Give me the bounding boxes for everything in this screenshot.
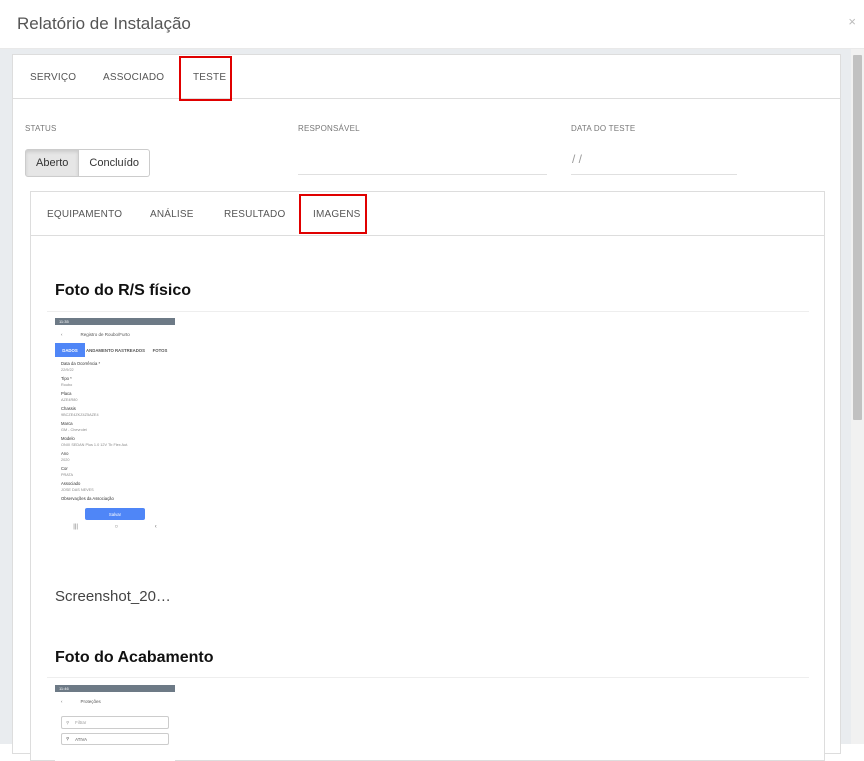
phone-field-value: 9BCZE4ZKZ4Z5AZE4 [61,413,99,417]
phone-select-value: ATIVA [75,736,87,742]
search-icon: ⚲ [66,719,70,725]
phone-app-title: Proteções [80,698,101,704]
home-icon: ○ [114,524,119,530]
phone-field-value: PRATA [61,473,74,477]
phone-tabs: DADOS ANDAMENTO RASTREADOS FOTOS [55,343,175,357]
phone-field-label: Observações da Associação [61,496,114,501]
responsavel-label: RESPONSÁVEL [298,124,360,133]
scrollbar-thumb[interactable] [853,55,862,420]
phone-nav-bar: ||| ○ ‹ [55,520,175,534]
back-arrow-icon: ‹ [61,698,63,704]
modal-body: SERVIÇO ASSOCIADO TESTE STATUS RESPONSÁV… [0,49,851,761]
phone-save-button: Salvar [85,508,145,520]
tab-imagens[interactable]: IMAGENS [313,209,361,220]
status-toggle-group: Aberto Concluído [25,149,150,177]
tab-teste[interactable]: TESTE [193,72,226,83]
vertical-scrollbar[interactable] [851,49,864,744]
section-divider [47,677,809,678]
status-label: STATUS [25,124,57,133]
search-icon: ⚲ [66,736,70,741]
image-thumbnail-rs[interactable]: 11:35 ‹ Registro de Roubo/Furto DADOS AN… [55,318,175,585]
phone-search-field: ⚲ Filtrar [61,716,169,729]
test-details-panel: EQUIPAMENTO ANÁLISE RESULTADO IMAGENS Fo… [30,191,825,761]
phone-status-bar: 11:35 [55,318,175,325]
responsavel-field[interactable] [298,147,547,175]
close-icon[interactable]: × [848,14,856,29]
phone-search-placeholder: Filtrar [75,720,87,725]
tab-servico[interactable]: SERVIÇO [30,72,76,83]
image-thumbnail-acabamento[interactable]: 11:46 ‹ Proteções ⚲ Filtrar ⚲ ATIVA [55,685,175,761]
phone-status-bar: 11:46 [55,685,175,692]
phone-field-value: JOSE DAS NEVES [61,488,94,492]
phone-tab: FOTOS [152,347,168,353]
phone-tab: RASTREADOS [114,347,146,353]
status-aberto-button[interactable]: Aberto [25,149,80,177]
back-arrow-icon: ‹ [61,331,63,337]
phone-field-value: Roubo [61,383,73,387]
data-teste-label: DATA DO TESTE [571,124,636,133]
phone-tab: ANDAMENTO [86,347,114,353]
status-concluido-button[interactable]: Concluído [79,149,150,177]
tab-equipamento[interactable]: EQUIPAMENTO [47,209,122,220]
top-tabs: SERVIÇO ASSOCIADO TESTE [13,55,840,101]
tab-resultado[interactable]: RESULTADO [224,209,285,220]
back-icon: ‹ [154,524,157,530]
section-title-acabamento: Foto do Acabamento [55,649,214,666]
phone-field-value: GM - Chevrolet [61,428,87,432]
installation-report-modal: Relatório de Instalação × SERVIÇO ASSOCI… [0,0,864,761]
tab-analise[interactable]: ANÁLISE [150,209,194,220]
phone-field-value: 2020 [61,458,70,462]
report-panel: SERVIÇO ASSOCIADO TESTE STATUS RESPONSÁV… [12,54,841,761]
image-caption: Screenshot_20… [55,588,171,605]
phone-select: ⚲ ATIVA [61,733,169,745]
phone-tab: DADOS [55,343,85,357]
data-teste-value: / / [572,152,583,166]
modal-title: Relatório de Instalação [17,14,191,33]
modal-header: Relatório de Instalação × [0,0,864,49]
inner-tabs: EQUIPAMENTO ANÁLISE RESULTADO IMAGENS [31,192,824,236]
menu-icon: ||| [73,524,78,530]
phone-app-title: Registro de Roubo/Furto [80,331,130,337]
phone-field-value: AZE4R80 [61,398,78,402]
section-divider [47,311,809,312]
data-teste-field[interactable] [571,147,737,175]
tab-associado[interactable]: ASSOCIADO [103,72,164,83]
section-title-rs: Foto do R/S físico [55,282,191,299]
phone-app-bar: ‹ Registro de Roubo/Furto [55,325,175,343]
phone-field-value: ONIX SEDAN Plus 1.0 12V Tb Flex Aut. [61,443,129,447]
phone-field-value: 22/9/22 [61,368,74,372]
phone-app-bar: ‹ Proteções [55,692,175,710]
